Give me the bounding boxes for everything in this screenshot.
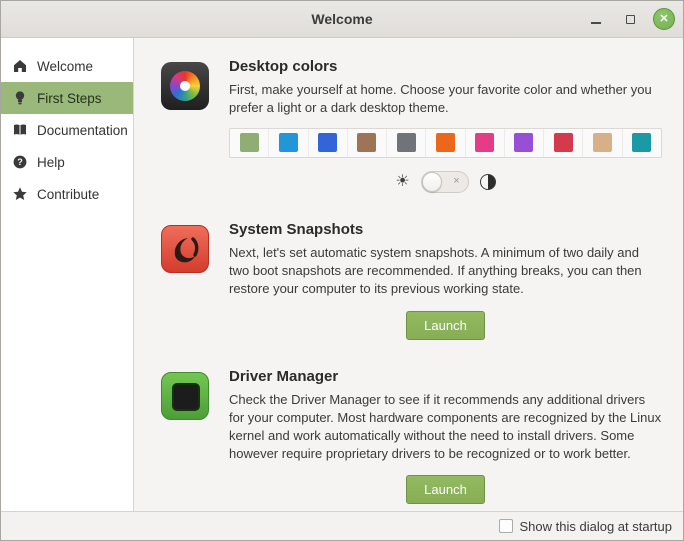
titlebar: Welcome ✕: [1, 1, 683, 38]
section-description: Next, let's set automatic system snapsho…: [229, 244, 662, 298]
light-theme-icon: ☀: [395, 174, 409, 190]
swatch-color: [593, 133, 612, 152]
section-title: Driver Manager: [229, 368, 662, 385]
welcome-window: Welcome ✕ Welcome: [0, 0, 684, 541]
color-swatch-red[interactable]: [544, 129, 583, 157]
sidebar-item-label: Help: [37, 155, 65, 170]
sidebar-item-welcome[interactable]: Welcome: [1, 50, 133, 82]
timeshift-icon: [161, 225, 209, 273]
minimize-button[interactable]: [585, 8, 607, 30]
help-icon: ?: [12, 154, 28, 170]
swatch-color: [397, 133, 416, 152]
section-title: System Snapshots: [229, 221, 662, 238]
dark-theme-icon: [480, 174, 496, 190]
chip-icon: [172, 383, 200, 411]
sidebar-item-label: Welcome: [37, 59, 93, 74]
swatch-color: [514, 133, 533, 152]
swatch-color: [436, 133, 455, 152]
section-description: Check the Driver Manager to see if it re…: [229, 391, 662, 463]
svg-text:?: ?: [17, 157, 23, 167]
color-swatch-purple[interactable]: [505, 129, 544, 157]
book-icon: [12, 122, 28, 138]
color-swatch-aqua[interactable]: [269, 129, 308, 157]
close-icon: ✕: [659, 14, 668, 25]
footer-bar: Show this dialog at startup: [1, 511, 683, 540]
section-description: First, make yourself at home. Choose you…: [229, 81, 662, 117]
launch-driver-manager-button[interactable]: Launch: [406, 475, 485, 504]
app-body: Welcome First Steps Documentation ? Help: [1, 38, 683, 511]
sidebar-item-documentation[interactable]: Documentation: [1, 114, 133, 146]
swatch-color: [279, 133, 298, 152]
color-swatch-teal[interactable]: [623, 129, 661, 157]
restore-icon: [626, 15, 635, 24]
window-controls: ✕: [585, 1, 675, 37]
show-at-startup-label: Show this dialog at startup: [520, 519, 672, 534]
toggle-knob[interactable]: [422, 172, 442, 192]
color-swatch-pink[interactable]: [466, 129, 505, 157]
lightbulb-icon: [12, 90, 28, 106]
swatch-color: [318, 133, 337, 152]
home-icon: [12, 58, 28, 74]
color-swatch-blue[interactable]: [309, 129, 348, 157]
color-swatches: [229, 128, 662, 158]
color-swatch-sand[interactable]: [583, 129, 622, 157]
swatch-color: [240, 133, 259, 152]
swatch-color: [632, 133, 651, 152]
driver-manager-icon: [161, 372, 209, 420]
sidebar-item-label: Contribute: [37, 187, 99, 202]
window-title: Welcome: [311, 11, 372, 27]
show-at-startup-checkbox[interactable]: [499, 519, 513, 533]
launch-snapshots-button[interactable]: Launch: [406, 311, 485, 340]
toggle-off-mark: ×: [453, 176, 459, 187]
swatch-color: [357, 133, 376, 152]
section-title: Desktop colors: [229, 58, 662, 75]
section-system-snapshots: System Snapshots Next, let's set automat…: [161, 221, 671, 340]
restore-button[interactable]: [619, 8, 641, 30]
color-swatch-green[interactable]: [230, 129, 269, 157]
sidebar-item-help[interactable]: ? Help: [1, 146, 133, 178]
sidebar-item-first-steps[interactable]: First Steps: [1, 82, 133, 114]
section-driver-manager: Driver Manager Check the Driver Manager …: [161, 368, 671, 505]
theme-toggle-row: ☀ ×: [229, 171, 662, 193]
sidebar-item-label: First Steps: [37, 91, 102, 106]
color-wheel-icon: [170, 71, 200, 101]
section-desktop-colors: Desktop colors First, make yourself at h…: [161, 58, 671, 193]
main-content: Desktop colors First, make yourself at h…: [134, 38, 683, 511]
color-swatch-orange[interactable]: [426, 129, 465, 157]
color-swatch-brown[interactable]: [348, 129, 387, 157]
sidebar: Welcome First Steps Documentation ? Help: [1, 38, 134, 511]
swatch-color: [475, 133, 494, 152]
sidebar-item-contribute[interactable]: Contribute: [1, 178, 133, 210]
color-swatch-grey[interactable]: [387, 129, 426, 157]
desktop-colors-icon: [161, 62, 209, 110]
sidebar-item-label: Documentation: [37, 123, 128, 138]
theme-toggle[interactable]: ×: [421, 171, 469, 193]
swatch-color: [554, 133, 573, 152]
star-icon: [12, 186, 28, 202]
minimize-icon: [591, 22, 601, 24]
close-button[interactable]: ✕: [653, 8, 675, 30]
